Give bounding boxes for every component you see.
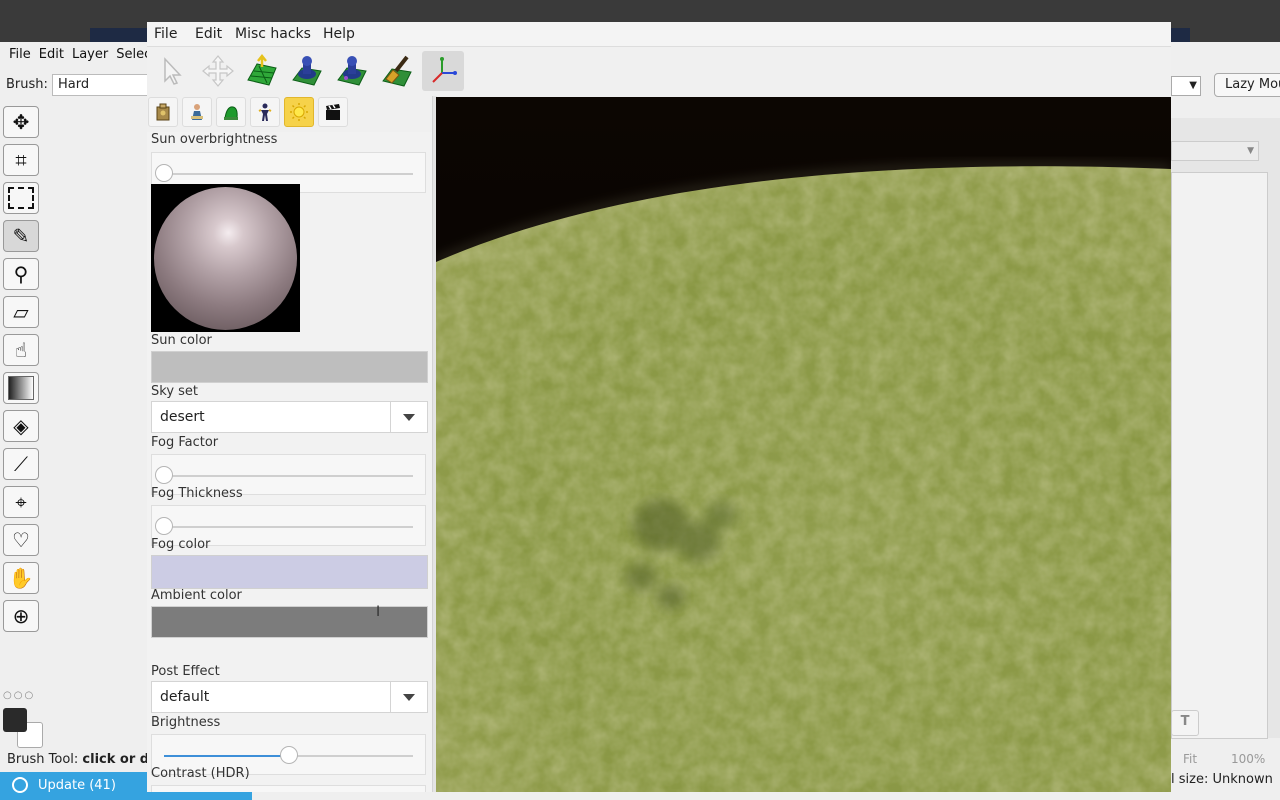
crop-tool-icon[interactable]: ⌗ [3, 144, 39, 176]
character-icon[interactable] [182, 97, 212, 127]
fog-color-swatch[interactable] [151, 555, 428, 589]
text-cursor-icon: I [376, 604, 381, 620]
select-arrow-icon[interactable] [152, 51, 194, 91]
post-effect-dropdown-button[interactable] [390, 682, 427, 712]
brush-label: Brush: [6, 77, 48, 92]
lazy-mouse-button[interactable]: Lazy Mou [1214, 73, 1280, 97]
background-menubar: File Edit Layer Selec [0, 44, 151, 66]
stamp-tool-icon[interactable]: ⚲ [3, 258, 39, 290]
ambient-color-label: Ambient color [151, 588, 242, 603]
terrain-render [436, 97, 1171, 792]
fog-thickness-slider[interactable] [155, 516, 173, 535]
brush-texture-icon[interactable] [376, 51, 418, 91]
text-tool-icon[interactable]: T [1171, 710, 1199, 736]
gradient-tool-icon[interactable] [3, 372, 39, 404]
eraser-tool-icon[interactable]: ▱ [3, 296, 39, 328]
hand-tool-icon[interactable]: ✋ [3, 562, 39, 594]
menu-misc-hacks[interactable]: Misc hacks [235, 22, 311, 46]
status-bar: Brush Tool: click or dr [0, 750, 157, 770]
foreground-color-swatch[interactable] [3, 708, 27, 732]
status-prefix: Brush Tool: [7, 752, 83, 767]
rect-select-tool-icon[interactable] [3, 182, 39, 214]
update-label: Update (41) [38, 778, 116, 793]
path-tool-icon[interactable]: ⌖ [3, 486, 39, 518]
dots-icon: ○○○ [3, 690, 36, 701]
menu-help[interactable]: Help [323, 22, 355, 46]
toolbar [147, 48, 1171, 94]
status-hint: click or dr [82, 752, 156, 767]
zoom-controls: Fit 100% [1171, 752, 1280, 768]
fog-factor-label: Fog Factor [151, 435, 219, 450]
contrast-hdr-label: Contrast (HDR) [151, 766, 250, 781]
brightness-fill [164, 754, 289, 757]
brush-row: Brush: Hard [0, 72, 162, 98]
chevron-down-icon [403, 414, 415, 421]
sculpt-icon[interactable] [286, 51, 328, 91]
menubar: File Edit Misc hacks Help [147, 22, 1171, 47]
panel-tabs [147, 96, 432, 130]
paint-icon[interactable] [331, 51, 373, 91]
menu-edit[interactable]: Edit [195, 22, 222, 46]
contrast-hdr-box [151, 785, 426, 792]
sun-color-swatch[interactable] [151, 351, 428, 383]
editor-window: File Edit Misc hacks Help Sun overbright… [147, 22, 1171, 792]
sun-preview [151, 184, 300, 332]
background-dropdown-2[interactable]: ▼ [1171, 141, 1259, 161]
sun-preview-sphere [154, 187, 297, 330]
post-effect-dropdown[interactable]: default [151, 681, 428, 713]
move-cross-icon[interactable] [197, 51, 239, 91]
sky-set-value: desert [160, 409, 205, 425]
eyedropper-tool-icon[interactable]: ⟋ [3, 448, 39, 480]
building-icon[interactable] [148, 97, 178, 127]
fit-label[interactable]: Fit [1183, 752, 1197, 766]
smudge-tool-icon[interactable]: ☝ [3, 334, 39, 366]
brightness-slider[interactable] [279, 745, 298, 764]
update-icon [12, 777, 28, 793]
figure-icon[interactable] [250, 97, 280, 127]
sun-overbrightness-slider[interactable] [155, 163, 173, 182]
move-tool-icon[interactable]: ✥ [3, 106, 39, 138]
brightness-label: Brightness [151, 715, 221, 730]
axis-gizmo-icon[interactable] [422, 51, 464, 91]
bg-menu-file[interactable]: File [9, 44, 31, 66]
chevron-down-icon [403, 694, 415, 701]
zoom-value[interactable]: 100% [1231, 752, 1265, 766]
fog-color-label: Fog color [151, 537, 211, 552]
fog-factor-track[interactable] [164, 474, 413, 477]
environment-panel: Sun overbrightness Sun color Sky set des… [147, 132, 432, 792]
brush-select[interactable]: Hard [52, 74, 162, 96]
background-dropdown[interactable]: ▼ [1171, 76, 1201, 96]
image-size-label: l size: Unknown [1171, 772, 1273, 787]
fog-thickness-label: Fog Thickness [151, 486, 243, 501]
bg-menu-layer[interactable]: Layer [72, 44, 108, 66]
sun-color-label: Sun color [151, 333, 212, 348]
clapper-icon[interactable] [318, 97, 348, 127]
sun-overbrightness-label: Sun overbrightness [151, 132, 278, 147]
fill-tool-icon[interactable]: ◈ [3, 410, 39, 442]
ambient-color-swatch[interactable] [151, 606, 428, 638]
fog-thickness-track[interactable] [164, 525, 413, 528]
shape-tool-icon[interactable]: ♡ [3, 524, 39, 556]
fog-factor-slider[interactable] [155, 465, 173, 484]
post-effect-label: Post Effect [151, 664, 220, 679]
post-effect-value: default [160, 689, 210, 705]
terrain-up-icon[interactable] [241, 51, 283, 91]
sky-set-label: Sky set [151, 384, 199, 399]
3d-viewport[interactable] [436, 97, 1171, 792]
sun-icon[interactable] [284, 97, 314, 127]
sky-set-dropdown-button[interactable] [390, 402, 427, 432]
sun-overbrightness-track[interactable] [164, 172, 413, 175]
background-right-list [1171, 172, 1268, 739]
bg-menu-select[interactable]: Selec [116, 44, 151, 66]
sky-set-dropdown[interactable]: desert [151, 401, 428, 433]
background-toolbox: ✥ ⌗ ✎ ⚲ ▱ ☝ ◈ ⟋ ⌖ ♡ ✋ ⊕ [3, 106, 43, 638]
bg-menu-edit[interactable]: Edit [39, 44, 64, 66]
menu-file[interactable]: File [154, 22, 177, 46]
tree-icon[interactable] [216, 97, 246, 127]
brush-tool-icon[interactable]: ✎ [3, 220, 39, 252]
zoom-tool-icon[interactable]: ⊕ [3, 600, 39, 632]
